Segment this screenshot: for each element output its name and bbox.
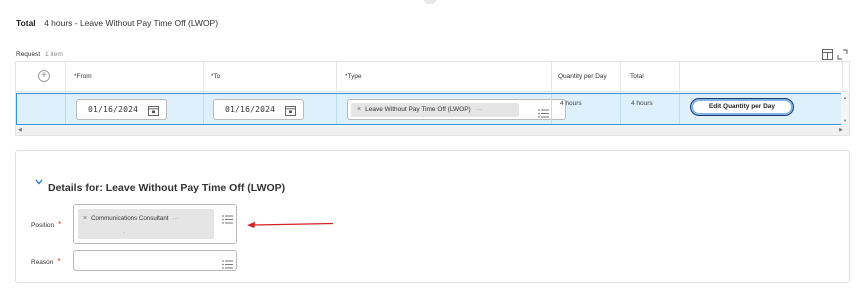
edit-quantity-button[interactable]: Edit Quantity per Day bbox=[690, 98, 794, 116]
details-title: Details for: Leave Without Pay Time Off … bbox=[48, 182, 286, 194]
quantity-value: 4 hours bbox=[560, 100, 582, 107]
col-from: *From bbox=[74, 73, 92, 80]
request-label: Request bbox=[16, 51, 41, 58]
remove-icon[interactable]: × bbox=[83, 215, 87, 222]
to-date-value: 01/16/2024 bbox=[225, 105, 276, 114]
col-type: *Type bbox=[345, 73, 362, 80]
position-subtext: . bbox=[123, 229, 125, 235]
remove-icon[interactable]: × bbox=[357, 106, 361, 113]
list-prompt-icon[interactable] bbox=[538, 105, 549, 118]
expand-icon[interactable] bbox=[837, 47, 848, 60]
col-total: Total bbox=[630, 73, 644, 80]
table-header: + *From *To *Type Quantity per Day Total bbox=[16, 62, 849, 92]
table-row[interactable]: 01/16/2024 01/16/2024 × Leave Without Pay… bbox=[16, 93, 842, 125]
chevron-down-icon[interactable] bbox=[35, 178, 43, 187]
annotation-arrow-icon bbox=[247, 221, 334, 228]
vertical-scrollbar[interactable]: ▲ ▼ bbox=[841, 93, 849, 125]
col-quantity: Quantity per Day bbox=[558, 73, 607, 80]
type-prompt-field[interactable]: × Leave Without Pay Time Off (LWOP) ··· bbox=[347, 99, 566, 120]
table-icon[interactable] bbox=[822, 47, 833, 60]
request-header: Request 1 item bbox=[16, 51, 63, 58]
total-value: 4 hours - Leave Without Pay Time Off (LW… bbox=[44, 18, 219, 28]
horizontal-scrollbar[interactable]: ◀ ▶ bbox=[16, 126, 849, 135]
reason-label-group: Reason * bbox=[31, 257, 61, 266]
details-panel: Details for: Leave Without Pay Time Off … bbox=[15, 150, 850, 283]
list-prompt-icon[interactable] bbox=[222, 256, 233, 269]
total-summary: Total 4 hours - Leave Without Pay Time O… bbox=[16, 18, 218, 28]
list-prompt-icon[interactable] bbox=[222, 211, 233, 224]
request-table: + *From *To *Type Quantity per Day Total… bbox=[15, 61, 850, 136]
reason-label: Reason bbox=[31, 259, 54, 266]
from-date-value: 01/16/2024 bbox=[88, 105, 139, 114]
total-label: Total bbox=[16, 18, 36, 28]
reason-prompt-field[interactable] bbox=[73, 250, 237, 271]
from-date-input[interactable]: 01/16/2024 bbox=[76, 99, 167, 120]
top-handle bbox=[424, 0, 436, 4]
more-icon[interactable]: ··· bbox=[476, 106, 483, 113]
position-value: Communications Consultant bbox=[91, 215, 169, 222]
total-cell-value: 4 hours bbox=[631, 100, 653, 107]
calendar-icon[interactable] bbox=[148, 104, 159, 116]
required-marker: * bbox=[57, 257, 61, 266]
more-icon[interactable]: ··· bbox=[172, 215, 178, 222]
position-label: Position bbox=[31, 222, 55, 229]
request-count: 1 item bbox=[45, 51, 63, 58]
calendar-icon[interactable] bbox=[285, 104, 296, 116]
to-date-input[interactable]: 01/16/2024 bbox=[213, 99, 304, 120]
col-to: *To bbox=[211, 73, 221, 80]
position-label-group: Position * bbox=[31, 220, 61, 229]
plus-circle-icon[interactable]: + bbox=[38, 70, 50, 82]
table-toolbar bbox=[822, 47, 848, 60]
position-selected-pill[interactable]: × Communications Consultant ··· . bbox=[78, 209, 214, 239]
type-value: Leave Without Pay Time Off (LWOP) bbox=[365, 106, 471, 113]
type-selected-pill[interactable]: × Leave Without Pay Time Off (LWOP) ··· bbox=[351, 103, 519, 117]
position-prompt-field[interactable]: × Communications Consultant ··· . bbox=[73, 204, 237, 244]
required-marker: * bbox=[58, 220, 62, 229]
